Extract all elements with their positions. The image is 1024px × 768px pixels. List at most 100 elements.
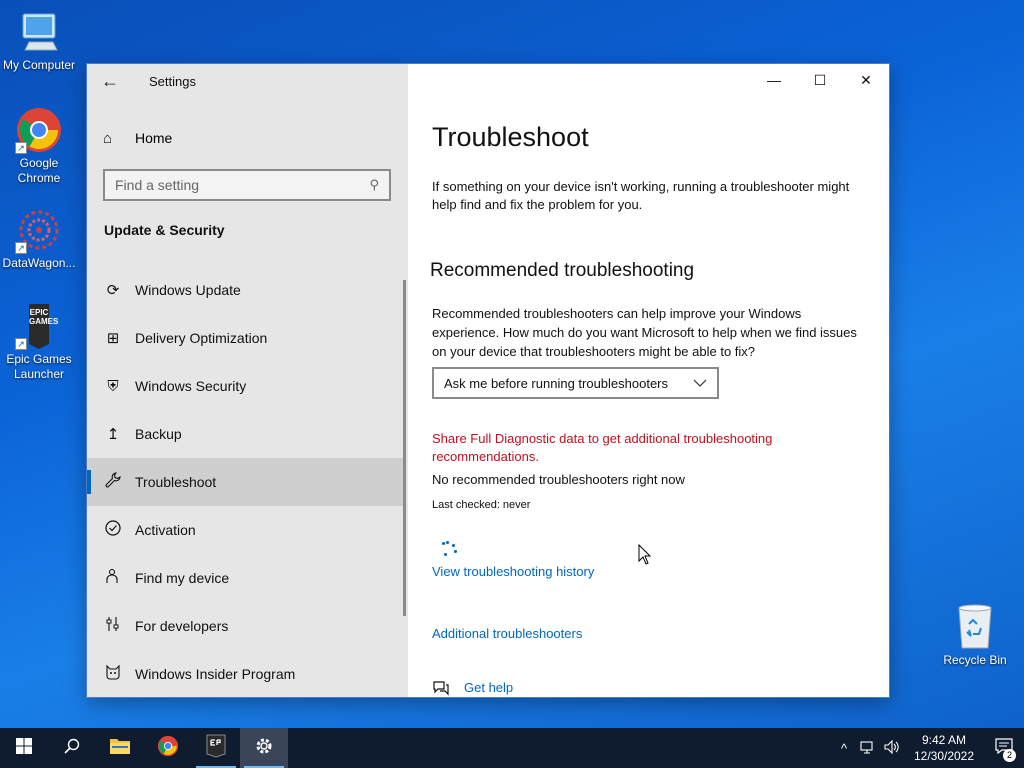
settings-icon [254, 736, 274, 761]
taskbar-file-explorer[interactable] [96, 728, 144, 768]
volume-button[interactable] [880, 739, 904, 757]
content-pane: — ☐ ✕ Troubleshoot If something on your … [408, 64, 889, 697]
sidebar-item-label: For developers [135, 618, 229, 634]
troubleshoot-preference-dropdown[interactable]: Ask me before running troubleshooters [432, 367, 719, 399]
close-button[interactable]: ✕ [843, 64, 889, 96]
dropdown-value: Ask me before running troubleshooters [444, 375, 669, 391]
back-button[interactable]: ← [101, 72, 123, 92]
settings-sidebar: ← Settings ⌂ Home Find a setting ⚲ Updat… [87, 64, 408, 697]
search-placeholder: Find a setting [115, 177, 200, 193]
sidebar-item-troubleshoot[interactable]: Troubleshoot [87, 458, 406, 506]
home-label: Home [135, 130, 173, 146]
mouse-cursor-icon [638, 543, 652, 571]
recommended-heading: Recommended troubleshooting [430, 260, 695, 281]
desktop-icon-google-chrome[interactable]: ↗ Google Chrome [1, 106, 77, 186]
sidebar-item-label: Find my device [135, 570, 230, 586]
file-explorer-icon [109, 737, 131, 760]
taskbar-search-button[interactable] [48, 728, 96, 768]
recommended-description: Recommended troubleshooters can help imp… [432, 306, 857, 359]
shortcut-arrow-icon: ↗ [15, 242, 27, 254]
taskbar: ^ 9:42 AM 12/30/2022 2 [0, 728, 1024, 768]
app-title: Settings [149, 74, 196, 89]
get-help-link[interactable]: Get help [464, 680, 513, 695]
home-icon: ⌂ [103, 129, 113, 147]
sidebar-item-for-developers[interactable]: For developers [87, 602, 406, 650]
minimize-button[interactable]: — [751, 64, 797, 96]
windows-logo-icon [16, 737, 32, 759]
taskbar-clock[interactable]: 9:42 AM 12/30/2022 [904, 732, 984, 764]
notification-count-badge: 2 [1003, 749, 1016, 762]
system-tray: ^ 9:42 AM 12/30/2022 2 [832, 728, 1024, 768]
sidebar-item-label: Troubleshoot [135, 474, 217, 490]
desktop-icon-my-computer[interactable]: My Computer [1, 8, 77, 73]
desktop-icon-datawagon[interactable]: ↗ DataWagon... [1, 206, 77, 271]
chrome-icon: ↗ [15, 106, 63, 154]
shield-icon: ⛨ [107, 377, 119, 395]
refresh-icon: ⟳ [106, 282, 120, 299]
network-button[interactable] [856, 740, 880, 757]
desktop-icon-label: Google Chrome [17, 156, 61, 185]
sidebar-item-windows-update[interactable]: ⟳ Windows Update [87, 266, 406, 314]
sidebar-item-label: Delivery Optimization [135, 330, 268, 346]
epic-logo-text: EPIC GAMES [29, 308, 59, 326]
maximize-button[interactable]: ☐ [797, 64, 843, 96]
wrench-icon [103, 472, 123, 492]
epic-games-icon: EPIC GAMES ↗ [15, 302, 63, 350]
section-title: Update & Security [104, 222, 225, 238]
start-button[interactable] [0, 728, 48, 768]
close-icon: ✕ [860, 71, 872, 88]
back-arrow-icon: ← [101, 71, 119, 91]
network-icon [860, 740, 876, 757]
last-checked-status: Last checked: never [432, 499, 531, 511]
titlebar: ← Settings [87, 64, 408, 100]
chevron-up-icon: ^ [840, 740, 848, 756]
search-input[interactable]: Find a setting ⚲ [103, 169, 391, 201]
insider-cat-icon [103, 664, 123, 684]
computer-icon [15, 8, 63, 56]
sidebar-nav: ⟳ Windows Update ⊞ Delivery Optimization… [87, 266, 406, 697]
action-center-button[interactable]: 2 [984, 728, 1024, 768]
additional-troubleshooters-link[interactable]: Additional troubleshooters [432, 626, 582, 641]
check-circle-icon [103, 520, 123, 540]
desktop-icon-label: Epic Games Launcher [6, 352, 72, 381]
window-controls: — ☐ ✕ [751, 64, 889, 96]
desktop-icon-recycle-bin[interactable]: Recycle Bin [940, 602, 1010, 667]
view-history-link[interactable]: View troubleshooting history [432, 564, 594, 579]
sidebar-item-windows-insider-program[interactable]: Windows Insider Program [87, 650, 406, 697]
page-title: Troubleshoot [432, 122, 589, 152]
sidebar-item-find-my-device[interactable]: Find my device [87, 554, 406, 602]
sidebar-item-activation[interactable]: Activation [87, 506, 406, 554]
no-recommended-status: No recommended troubleshooters right now [432, 472, 685, 487]
recycle-bin-icon [940, 602, 1010, 653]
clock-date: 12/30/2022 [913, 749, 975, 763]
maximize-icon: ☐ [813, 71, 827, 88]
taskbar-settings[interactable] [240, 728, 288, 768]
sidebar-item-backup[interactable]: ↥ Backup [87, 410, 406, 458]
sidebar-item-delivery-optimization[interactable]: ⊞ Delivery Optimization [87, 314, 406, 362]
delivery-icon: ⊞ [106, 330, 120, 347]
datawagon-icon: ↗ [15, 206, 63, 254]
sidebar-item-windows-security[interactable]: ⛨ Windows Security [87, 362, 406, 410]
desktop-icon-label: DataWagon... [2, 256, 76, 270]
taskbar-chrome[interactable] [144, 728, 192, 768]
home-link[interactable]: ⌂ Home [103, 128, 172, 148]
shortcut-arrow-icon: ↗ [15, 142, 27, 154]
help-chat-icon [432, 680, 450, 697]
chrome-icon [157, 735, 179, 762]
desktop-icon-epic-games[interactable]: EPIC GAMES ↗ Epic Games Launcher [1, 302, 77, 382]
sidebar-item-label: Activation [135, 522, 196, 538]
search-icon [64, 738, 80, 759]
show-hidden-icons-button[interactable]: ^ [832, 741, 856, 756]
diagnostic-data-link[interactable]: Share Full Diagnostic data to get additi… [432, 430, 852, 466]
person-location-icon [103, 568, 123, 588]
backup-icon: ↥ [106, 426, 120, 443]
sidebar-item-label: Backup [135, 426, 182, 442]
chevron-down-icon [693, 376, 707, 390]
minimize-icon: — [767, 72, 781, 88]
taskbar-epic-games[interactable] [192, 728, 240, 768]
intro-text: If something on your device isn't workin… [432, 179, 850, 212]
sidebar-item-label: Windows Security [135, 378, 247, 394]
shortcut-arrow-icon: ↗ [15, 338, 27, 350]
sidebar-scrollbar[interactable] [403, 280, 406, 616]
search-icon: ⚲ [369, 177, 379, 192]
